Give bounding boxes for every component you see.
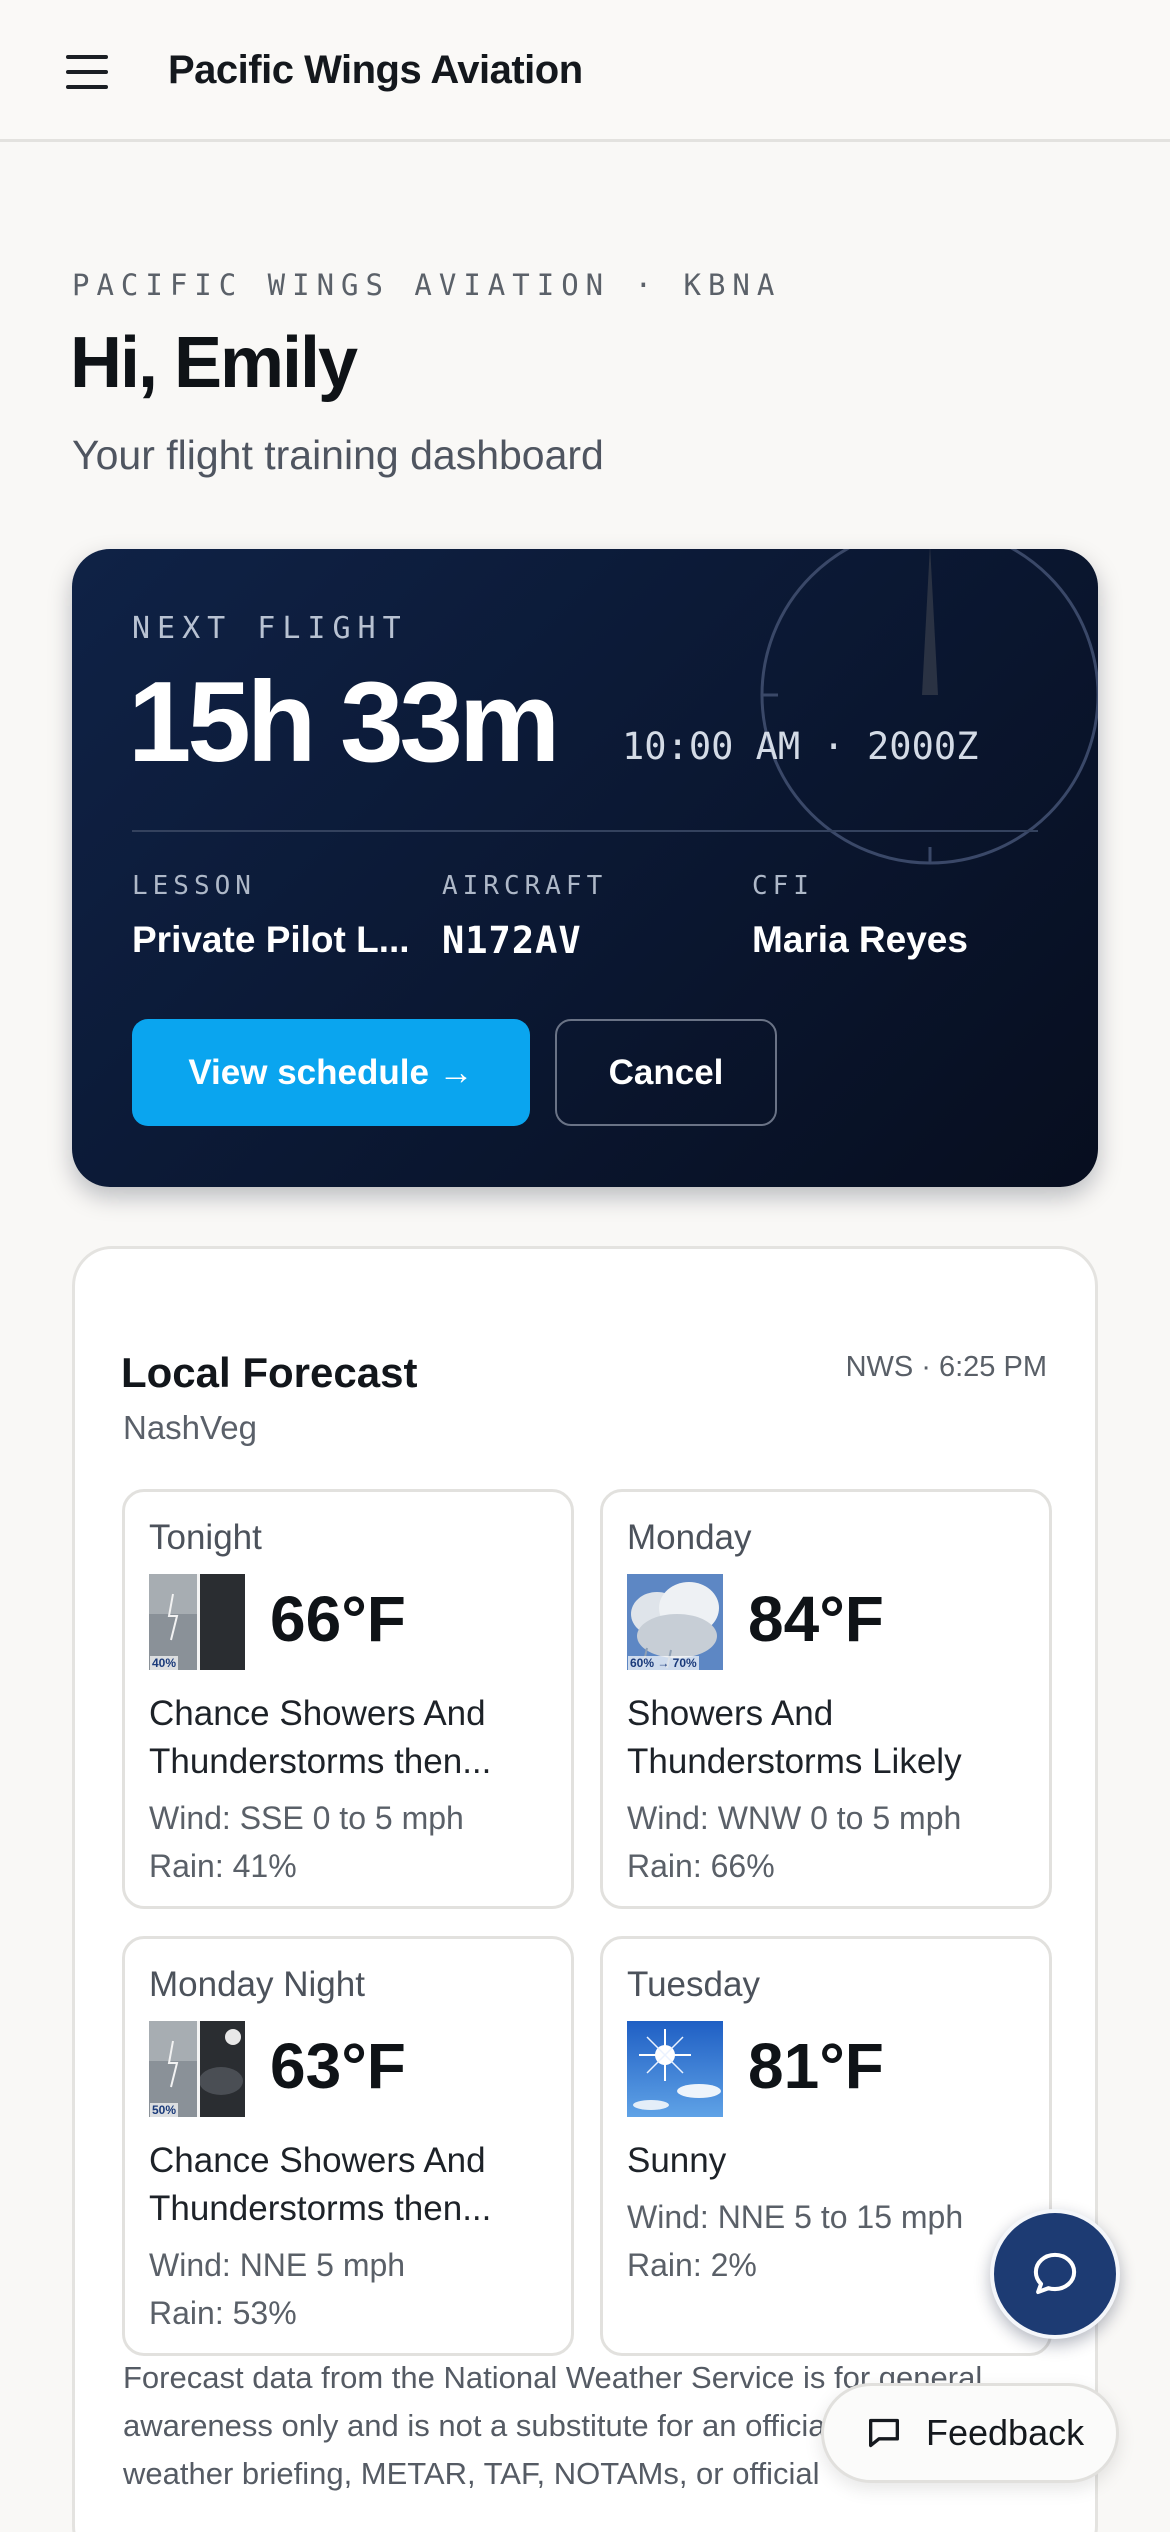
day-description-line: Showers And <box>627 1694 834 1733</box>
app-title: Pacific Wings Aviation <box>168 48 583 92</box>
hamburger-menu-icon[interactable] <box>66 55 110 89</box>
day-description-line: Chance Showers And <box>149 1694 486 1733</box>
lesson-meta: LESSON Private Pilot L... <box>132 871 422 961</box>
card-divider <box>132 830 1038 832</box>
day-description-line: Chance Showers And <box>149 2141 486 2180</box>
local-forecast-card: Local Forecast NashVeg NWS · 6:25 PM Ton… <box>72 1246 1098 2532</box>
icon-probability: 60% → 70% <box>628 1656 699 1670</box>
day-wind: Wind: NNE 5 to 15 mph <box>627 2199 964 2235</box>
forecast-day-card: Tuesday 81°F Sunny Wind: NNE 5 to 15 mph… <box>600 1936 1052 2356</box>
flight-countdown: 15h 33m <box>128 659 560 786</box>
day-rain: Rain: 2% <box>627 2247 757 2283</box>
cfi-value: Maria Reyes <box>752 919 968 960</box>
day-description: Chance Showers And Thunderstorms then... <box>149 1690 549 1786</box>
day-temperature: 81°F <box>748 2030 884 2102</box>
top-app-bar: Pacific Wings Aviation <box>0 0 1170 142</box>
sunny-icon <box>627 2021 723 2117</box>
day-description: Showers And Thunderstorms Likely <box>627 1690 1027 1786</box>
day-temperature: 63°F <box>270 2030 406 2102</box>
icon-probability: 50% <box>150 2103 179 2117</box>
thunderstorm-moon-icon: 50% <box>149 2021 245 2117</box>
day-name: Monday Night <box>149 1965 365 2004</box>
day-name: Tuesday <box>627 1965 760 2004</box>
lesson-label: LESSON <box>132 871 256 901</box>
forecast-day-card: Tonight 40% 66°F Chance Showers And Thun… <box>122 1489 574 1909</box>
message-square-icon <box>869 2418 899 2448</box>
forecast-location: NashVeg <box>123 1409 257 1446</box>
cfi-meta: CFI Maria Reyes <box>752 871 1052 961</box>
page-eyebrow: PACIFIC WINGS AVIATION · KBNA <box>72 268 782 302</box>
day-rain: Rain: 66% <box>627 1848 775 1884</box>
day-rain: Rain: 53% <box>149 2295 297 2331</box>
day-description-line: Thunderstorms then... <box>149 1742 492 1781</box>
page-subtitle: Your flight training dashboard <box>72 432 604 478</box>
day-wind: Wind: WNW 0 to 5 mph <box>627 1800 962 1836</box>
day-description: Chance Showers And Thunderstorms then... <box>149 2137 549 2233</box>
day-description-line: Thunderstorms Likely <box>627 1742 962 1781</box>
cloudy-showers-icon: 60% → 70% <box>627 1574 723 1670</box>
cfi-label: CFI <box>752 871 814 901</box>
next-flight-card: NEXT FLIGHT 15h 33m 10:00 AM · 2000Z LES… <box>72 549 1098 1187</box>
day-description-line: Sunny <box>627 2141 727 2180</box>
day-rain: Rain: 41% <box>149 1848 297 1884</box>
flight-time: 10:00 AM · 2000Z <box>622 725 979 768</box>
feedback-button[interactable]: Feedback <box>821 2383 1119 2483</box>
aircraft-label: AIRCRAFT <box>442 871 608 901</box>
greeting-heading: Hi, Emily <box>70 323 358 403</box>
day-wind: Wind: SSE 0 to 5 mph <box>149 1800 464 1836</box>
aircraft-meta: AIRCRAFT N172AV <box>442 871 732 962</box>
thunderstorm-night-icon: 40% <box>149 1574 245 1670</box>
day-description: Sunny <box>627 2137 1027 2185</box>
forecast-source: NWS · 6:25 PM <box>845 1351 1047 1383</box>
day-name: Monday <box>627 1518 752 1557</box>
day-wind: Wind: NNE 5 mph <box>149 2247 406 2283</box>
forecast-day-card: Monday 60% → 70% 84°F Showers And Thunde… <box>600 1489 1052 1909</box>
day-description-line: Thunderstorms then... <box>149 2189 492 2228</box>
icon-probability: 40% <box>150 1656 179 1670</box>
lesson-value: Private Pilot L... <box>132 919 410 960</box>
view-schedule-button[interactable]: View schedule → <box>132 1019 530 1126</box>
forecast-day-card: Monday Night 50% 63°F Chance Showers And… <box>122 1936 574 2356</box>
chat-bubble-icon <box>1033 2252 1077 2295</box>
next-flight-label: NEXT FLIGHT <box>132 611 408 646</box>
day-temperature: 66°F <box>270 1583 406 1655</box>
feedback-label: Feedback <box>926 2412 1085 2453</box>
day-temperature: 84°F <box>748 1583 884 1655</box>
cancel-button[interactable]: Cancel <box>555 1019 777 1126</box>
forecast-title: Local Forecast <box>121 1349 418 1396</box>
day-name: Tonight <box>149 1518 262 1557</box>
aircraft-value: N172AV <box>442 919 582 962</box>
compass-decoration-icon <box>760 549 1098 865</box>
chat-button[interactable] <box>990 2209 1120 2339</box>
